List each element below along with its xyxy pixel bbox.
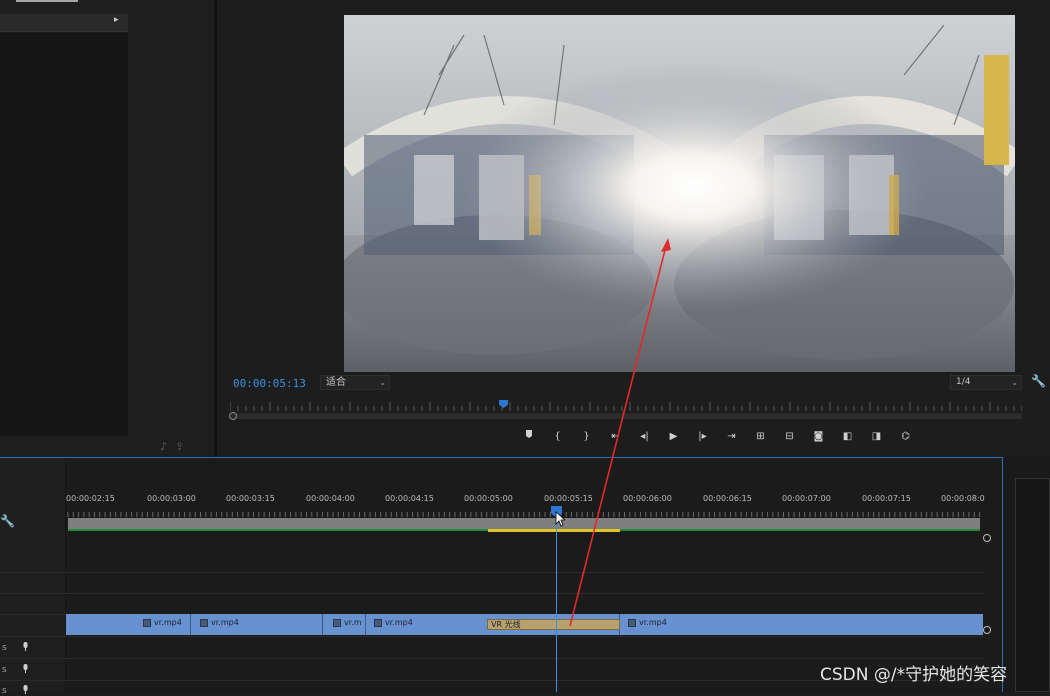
- export-icon[interactable]: ⇪: [175, 440, 192, 453]
- watermark: CSDN @/*守护她的笑容: [820, 665, 1008, 685]
- timeline-playhead-line: [556, 517, 557, 692]
- marker-icon: [525, 430, 532, 438]
- video-preview: [344, 15, 1015, 372]
- microphone-icon[interactable]: [22, 642, 29, 652]
- ruler-label: 00:00:02:15: [66, 494, 115, 503]
- playback-resolution-value: 1/4: [956, 377, 971, 387]
- vr-light-rays-transition[interactable]: VR 光线: [487, 619, 620, 630]
- audio-meter: [1015, 478, 1050, 692]
- mouse-cursor-icon: [555, 511, 565, 527]
- project-list-header[interactable]: [0, 14, 128, 32]
- export-frame-button[interactable]: ◙: [804, 428, 833, 446]
- project-item-list[interactable]: [0, 33, 128, 436]
- clip-label: vr.mp4: [143, 618, 182, 627]
- timeline-ruler-ticks[interactable]: [66, 508, 984, 518]
- fx-badge-icon: [628, 618, 636, 627]
- microphone-icon[interactable]: [22, 664, 29, 674]
- step-back-button[interactable]: ◂|: [630, 428, 659, 446]
- active-tab-indicator: [16, 0, 78, 2]
- chevron-down-icon: ⌄: [1011, 378, 1018, 387]
- ruler-label: 00:00:06:00: [623, 494, 672, 503]
- fx-badge-icon: [200, 618, 208, 627]
- clip-label: vr.m: [333, 618, 362, 627]
- ruler-label: 00:00:08:0: [941, 494, 985, 503]
- extract-button[interactable]: ⊟: [775, 428, 804, 446]
- ruler-label: 00:00:04:15: [385, 494, 434, 503]
- go-to-out-button[interactable]: ⇥: [717, 428, 746, 446]
- lift-icon: ⊞: [756, 431, 765, 442]
- clip-label: vr.mp4: [200, 618, 239, 627]
- timeline-ruler[interactable]: 00:00:02:15 00:00:03:00 00:00:03:15 00:0…: [66, 494, 985, 506]
- play-button[interactable]: ▶: [659, 428, 688, 446]
- clip-vr-5[interactable]: [620, 614, 983, 635]
- play-icon: ▶: [669, 431, 678, 442]
- step-forward-button[interactable]: |▸: [688, 428, 717, 446]
- go-to-in-button[interactable]: ⇤: [601, 428, 630, 446]
- timeline-vertical-zoom[interactable]: [983, 534, 993, 634]
- timeline-settings-wrench-icon[interactable]: 🔧: [0, 514, 15, 528]
- step-forward-icon: |▸: [698, 431, 707, 442]
- timeline-panel: [0, 457, 1003, 692]
- camera-icon: ◙: [813, 431, 824, 442]
- monitor-scrub-bar[interactable]: [230, 413, 1022, 419]
- ruler-label: 00:00:04:00: [306, 494, 355, 503]
- ruler-label: 00:00:07:15: [862, 494, 911, 503]
- in-out-range-indicator: [488, 529, 620, 532]
- zoom-fit-value: 适合: [326, 377, 346, 388]
- audio-track-solo-label[interactable]: s: [2, 665, 7, 675]
- clip-label: vr.mp4: [628, 618, 667, 627]
- mark-out-button[interactable]: }: [572, 428, 601, 446]
- expand-arrow-icon[interactable]: ▸: [114, 15, 119, 25]
- ruler-label: 00:00:05:00: [464, 494, 513, 503]
- mark-out-icon: }: [583, 431, 590, 442]
- equirectangular-frame-image: [344, 15, 1015, 372]
- fx-badge-icon: [143, 618, 151, 627]
- extract-icon: ⊟: [785, 431, 794, 442]
- go-to-out-icon: ⇥: [727, 431, 736, 442]
- playback-resolution-select[interactable]: 1/4 ⌄: [950, 375, 1022, 390]
- ruler-label: 00:00:06:15: [703, 494, 752, 503]
- zoom-handle-top[interactable]: [983, 534, 991, 542]
- vr-headset-icon: ⌬: [901, 431, 910, 442]
- insert-icon: ◧: [842, 431, 853, 442]
- work-area-bar[interactable]: [68, 518, 980, 529]
- zoom-handle[interactable]: [229, 412, 237, 420]
- overwrite-button[interactable]: ◨: [862, 428, 891, 446]
- overwrite-icon: ◨: [871, 431, 882, 442]
- microphone-icon[interactable]: [22, 685, 29, 695]
- vr-video-button[interactable]: ⌬: [891, 428, 920, 446]
- chevron-down-icon: ⌄: [379, 378, 386, 387]
- step-back-icon: ◂|: [640, 431, 649, 442]
- mark-in-button[interactable]: {: [543, 428, 572, 446]
- go-to-in-icon: ⇤: [611, 431, 620, 442]
- audio-track-solo-label[interactable]: s: [2, 643, 7, 653]
- fx-badge-icon: [333, 618, 341, 627]
- ruler-label: 00:00:07:00: [782, 494, 831, 503]
- clip-label: vr.mp4: [374, 618, 413, 627]
- project-panel-area: [128, 33, 214, 436]
- audio-track-solo-label[interactable]: s: [2, 686, 7, 696]
- playhead-timecode[interactable]: 00:00:05:13: [233, 377, 306, 390]
- track-headers: s s s: [0, 458, 66, 696]
- zoom-handle-bottom[interactable]: [983, 626, 991, 634]
- ruler-label: 00:00:03:00: [147, 494, 196, 503]
- monitor-time-ruler[interactable]: [230, 400, 1022, 412]
- ruler-label: 00:00:03:15: [226, 494, 275, 503]
- lift-button[interactable]: ⊞: [746, 428, 775, 446]
- insert-button[interactable]: ◧: [833, 428, 862, 446]
- wrench-icon[interactable]: 🔧: [1031, 374, 1046, 388]
- new-item-icon[interactable]: ♪: [160, 440, 175, 453]
- mark-in-icon: {: [554, 431, 561, 442]
- fx-badge-icon: [374, 618, 382, 627]
- panel-footer-icons[interactable]: ♪⇪: [160, 440, 192, 453]
- add-marker-button[interactable]: [514, 428, 543, 446]
- ruler-label: 00:00:05:15: [544, 494, 593, 503]
- zoom-fit-select[interactable]: 适合 ⌄: [320, 375, 390, 390]
- transport-controls: { } ⇤ ◂| ▶ |▸ ⇥ ⊞ ⊟ ◙ ◧ ◨ ⌬: [514, 428, 920, 446]
